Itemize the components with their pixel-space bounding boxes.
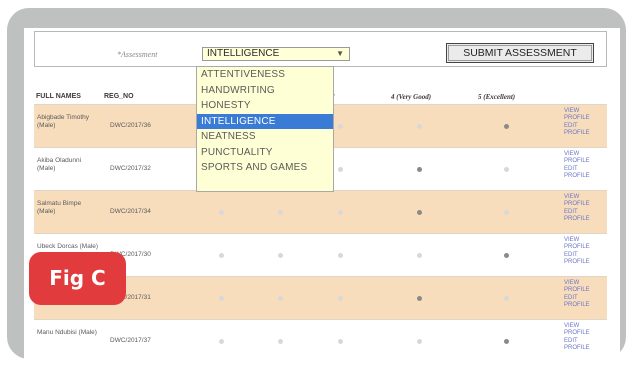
student-reg-no: DWC/2017/36 xyxy=(110,122,151,129)
profile-links[interactable]: VIEW PROFILE EDIT PROFILE xyxy=(564,151,604,180)
student-name: Ubeck Dorcas (Male) xyxy=(37,243,99,250)
rating-radio-4[interactable] xyxy=(417,253,422,258)
rating-radio-1[interactable] xyxy=(219,296,224,301)
profile-links[interactable]: VIEW PROFILE EDIT PROFILE xyxy=(564,194,604,223)
rating-radio-4[interactable] xyxy=(417,296,422,301)
rating-radio-3[interactable] xyxy=(338,296,343,301)
assessment-select[interactable]: INTELLIGENCE ▼ xyxy=(202,47,350,61)
table-row: Salmatu Bimpe (Male) DWC/2017/34 VIEW PROF… xyxy=(34,190,607,233)
assessment-option[interactable]: INTELLIGENCE xyxy=(197,113,333,129)
student-reg-no: DWC/2017/34 xyxy=(110,208,151,215)
assessment-label: *Assessment xyxy=(117,50,158,59)
profile-links[interactable]: VIEW PROFILE EDIT PROFILE xyxy=(564,323,604,352)
rating-radio-2[interactable] xyxy=(278,339,283,344)
rating-radio-3[interactable] xyxy=(338,124,343,129)
assessment-option[interactable]: NEATNESS xyxy=(197,129,333,145)
rating-radio-5[interactable] xyxy=(504,210,509,215)
figure-frame: *Assessment INTELLIGENCE ▼ SUBMIT ASSESS… xyxy=(7,8,626,359)
table-row: Manu Ndubisi (Male) DWC/2017/37 VIEW PROFI… xyxy=(34,319,607,359)
assessment-screen: *Assessment INTELLIGENCE ▼ SUBMIT ASSESS… xyxy=(24,28,620,359)
student-name: Abigbade Timothy (Male) xyxy=(37,114,90,129)
rating-radio-3[interactable] xyxy=(338,253,343,258)
header-excellent: 5 (Excellent) xyxy=(478,93,516,101)
header-reg-no: REG_NO xyxy=(104,93,134,100)
rating-radio-1[interactable] xyxy=(219,253,224,258)
assessment-toolbar: *Assessment INTELLIGENCE ▼ SUBMIT ASSESS… xyxy=(34,31,607,67)
assessment-option[interactable]: HONESTY xyxy=(197,98,333,114)
student-name: Manu Ndubisi (Male) xyxy=(37,329,97,336)
rating-radio-4[interactable] xyxy=(417,339,422,344)
figure-badge: Fig C xyxy=(29,252,126,305)
profile-links[interactable]: VIEW PROFILE EDIT PROFILE xyxy=(564,108,604,137)
rating-radio-5[interactable] xyxy=(504,124,509,129)
chevron-down-icon: ▼ xyxy=(336,49,344,58)
rating-radio-4[interactable] xyxy=(417,124,422,129)
assessment-option[interactable]: PUNCTUALITY xyxy=(197,145,333,161)
rating-radio-4[interactable] xyxy=(417,210,422,215)
rating-radio-2[interactable] xyxy=(278,210,283,215)
rating-radio-3[interactable] xyxy=(338,339,343,344)
rating-radio-4[interactable] xyxy=(417,167,422,172)
rating-radio-5[interactable] xyxy=(504,339,509,344)
rating-radio-1[interactable] xyxy=(219,210,224,215)
assessment-dropdown-list[interactable]: ATTENTIVENESS HANDWRITING HONESTY INTELLIGE… xyxy=(196,66,334,192)
student-reg-no: DWC/2017/32 xyxy=(110,165,151,172)
rating-radio-3[interactable] xyxy=(338,167,343,172)
profile-links[interactable]: VIEW PROFILE EDIT PROFILE xyxy=(564,280,604,309)
rating-radio-5[interactable] xyxy=(504,167,509,172)
assessment-option[interactable]: ATTENTIVENESS xyxy=(197,67,333,83)
profile-links[interactable]: VIEW PROFILE EDIT PROFILE xyxy=(564,237,604,266)
submit-assessment-button[interactable]: SUBMIT ASSESSMENT xyxy=(446,43,594,63)
student-name: Akiba Oladunni (Male) xyxy=(37,157,82,172)
assessment-option[interactable]: SPORTS AND GAMES xyxy=(197,160,333,176)
student-reg-no: DWC/2017/37 xyxy=(110,337,151,344)
assessment-option[interactable]: HANDWRITING xyxy=(197,83,333,99)
rating-radio-2[interactable] xyxy=(278,253,283,258)
header-very-good: 4 (Very Good) xyxy=(391,93,432,101)
rating-radio-5[interactable] xyxy=(504,296,509,301)
rating-radio-3[interactable] xyxy=(338,210,343,215)
rating-radio-5[interactable] xyxy=(504,253,509,258)
rating-radio-2[interactable] xyxy=(278,296,283,301)
rating-radio-1[interactable] xyxy=(219,339,224,344)
assessment-selected-value: INTELLIGENCE xyxy=(207,48,280,59)
header-full-names: FULL NAMES xyxy=(36,93,81,100)
student-name: Salmatu Bimpe (Male) xyxy=(37,200,82,215)
